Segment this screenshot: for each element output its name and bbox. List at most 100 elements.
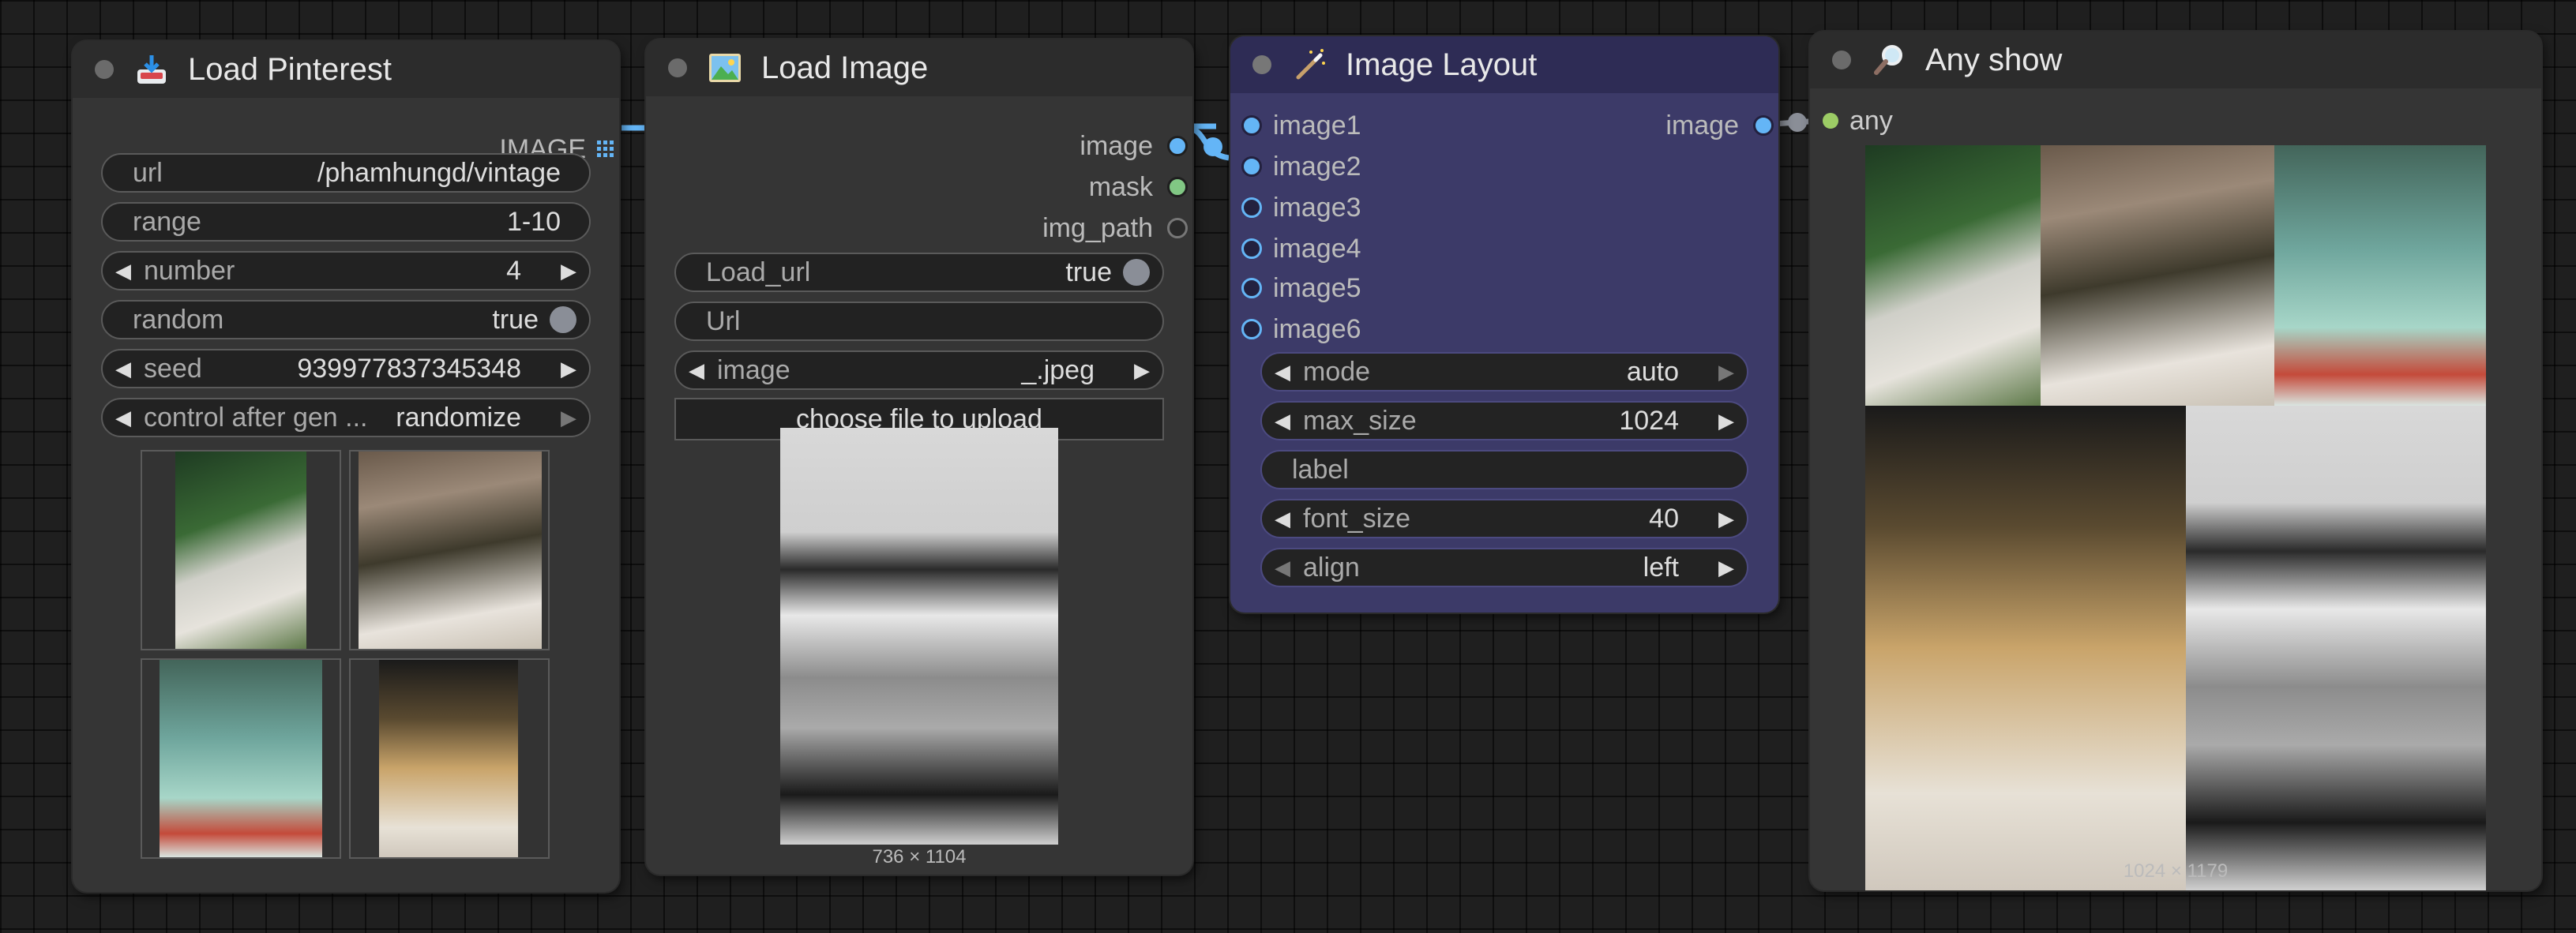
decrement-arrow-icon[interactable]: ◀ — [115, 259, 131, 283]
thumbnail-4[interactable] — [349, 658, 550, 859]
preview-size-caption: 1024 × 1179 — [2123, 860, 2229, 882]
load-url-toggle[interactable]: Load_url true — [674, 253, 1164, 292]
url-widget[interactable]: url /phamhungd/vintage — [101, 153, 591, 193]
output-label: image — [1665, 110, 1739, 141]
decrement-arrow-icon[interactable]: ◀ — [115, 406, 131, 430]
decrement-arrow-icon[interactable]: ◀ — [1275, 507, 1290, 531]
input-socket[interactable] — [1241, 238, 1262, 259]
node-title-bar[interactable]: Load Pinterest — [73, 41, 619, 98]
seed-widget[interactable]: ◀ seed 939977837345348 ▶ — [101, 349, 591, 388]
output-socket[interactable] — [1167, 136, 1188, 156]
collapse-dot[interactable] — [668, 58, 687, 77]
input-image4-row[interactable]: image4 — [1241, 229, 1361, 268]
increment-arrow-icon[interactable]: ▶ — [1718, 360, 1734, 384]
input-any-row[interactable]: any — [1823, 101, 1893, 141]
increment-arrow-icon[interactable]: ▶ — [1718, 507, 1734, 531]
output-socket[interactable] — [1167, 218, 1188, 238]
widget-label: align — [1303, 552, 1360, 583]
widget-value: _.jpeg — [1021, 354, 1095, 385]
magnifier-icon — [1874, 45, 1902, 75]
input-image6-row[interactable]: image6 — [1241, 309, 1361, 349]
node-title-bar[interactable]: Image Layout — [1230, 36, 1778, 93]
input-socket[interactable] — [1241, 115, 1262, 136]
photo-girl-garden — [359, 452, 542, 649]
input-socket[interactable] — [1241, 278, 1262, 298]
collage-photo-3 — [2274, 145, 2486, 406]
thumbnail-2[interactable] — [349, 450, 550, 650]
input-label: image3 — [1273, 192, 1361, 223]
widget-label: font_size — [1303, 503, 1411, 534]
input-label: image2 — [1273, 151, 1361, 182]
decrement-arrow-icon[interactable]: ◀ — [689, 358, 704, 383]
control-after-generate-widget[interactable]: ◀ control after gen ... randomize ▶ — [101, 398, 591, 437]
font-size-widget[interactable]: ◀ font_size 40 ▶ — [1260, 499, 1748, 538]
collapse-dot[interactable] — [95, 60, 114, 79]
input-image5-row[interactable]: image5 — [1241, 268, 1361, 308]
landscape-picture-icon — [709, 54, 741, 82]
decrement-arrow-icon[interactable]: ◀ — [1275, 409, 1290, 433]
node-title: Image Layout — [1346, 47, 1538, 82]
output-label: img_path — [1042, 212, 1153, 243]
output-socket[interactable] — [1753, 115, 1774, 136]
input-socket[interactable] — [1241, 319, 1262, 339]
widget-value: 939977837345348 — [297, 353, 521, 384]
mode-widget[interactable]: ◀ mode auto ▶ — [1260, 352, 1748, 392]
node-image-layout[interactable]: Image Layout image1 image2 image3 image4… — [1230, 36, 1778, 613]
decrement-arrow-icon[interactable]: ◀ — [115, 357, 131, 381]
max-size-widget[interactable]: ◀ max_size 1024 ▶ — [1260, 401, 1748, 440]
toggle-knob[interactable] — [550, 306, 576, 333]
output-socket[interactable] — [1167, 177, 1188, 197]
collapse-dot[interactable] — [1252, 55, 1271, 74]
node-title-bar[interactable]: Any show — [1810, 32, 2541, 88]
increment-arrow-icon[interactable]: ▶ — [1134, 358, 1150, 383]
number-widget[interactable]: ◀ number 4 ▶ — [101, 251, 591, 290]
input-socket[interactable] — [1241, 156, 1262, 177]
decrement-arrow-icon[interactable]: ◀ — [1275, 556, 1290, 580]
input-image3-row[interactable]: image3 — [1241, 188, 1361, 227]
photo-girl-strawberries — [160, 660, 322, 857]
input-socket[interactable] — [1241, 197, 1262, 218]
collage-photo-5 — [2186, 406, 2486, 890]
output-img-path-row[interactable]: img_path — [1042, 208, 1188, 248]
node-title-bar[interactable]: Load Image — [646, 39, 1192, 96]
grid-icon[interactable] — [597, 141, 614, 158]
widget-label: url — [133, 157, 163, 188]
input-label: image1 — [1273, 110, 1361, 141]
node-title: Any show — [1925, 42, 2063, 77]
increment-arrow-icon[interactable]: ▶ — [561, 357, 576, 381]
increment-arrow-icon[interactable]: ▶ — [561, 406, 576, 430]
node-title: Load Pinterest — [188, 51, 392, 87]
thumbnail-1[interactable] — [141, 450, 341, 650]
widget-value: true — [492, 304, 539, 335]
photo-girl-reading — [379, 660, 518, 857]
toggle-knob[interactable] — [1123, 259, 1150, 286]
output-image-row[interactable]: image — [1665, 106, 1774, 145]
random-toggle[interactable]: random true — [101, 300, 591, 339]
align-widget[interactable]: ◀ align left ▶ — [1260, 548, 1748, 587]
range-widget[interactable]: range 1-10 — [101, 202, 591, 242]
widget-label: seed — [144, 353, 202, 384]
node-load-image[interactable]: Load Image image mask img_path Load_url … — [646, 39, 1192, 875]
widget-label: random — [133, 304, 224, 335]
input-image1-row[interactable]: image1 — [1241, 106, 1361, 145]
label-input[interactable]: label — [1260, 450, 1748, 489]
node-load-pinterest[interactable]: Load Pinterest IMAGE url /phamhungd/vint… — [73, 41, 619, 892]
input-image2-row[interactable]: image2 — [1241, 147, 1361, 186]
url-input[interactable]: Url — [674, 302, 1164, 341]
widget-value: 4 — [506, 255, 521, 286]
output-mask-row[interactable]: mask — [1089, 167, 1188, 207]
increment-arrow-icon[interactable]: ▶ — [561, 259, 576, 283]
preview-image-schoolgirls — [780, 428, 1058, 845]
input-label: image4 — [1273, 233, 1361, 264]
increment-arrow-icon[interactable]: ▶ — [1718, 409, 1734, 433]
image-select-widget[interactable]: ◀ image _.jpeg ▶ — [674, 350, 1164, 390]
output-image-row[interactable]: image — [1080, 126, 1188, 166]
collapse-dot[interactable] — [1832, 51, 1851, 69]
output-label: image — [1080, 130, 1153, 161]
input-socket[interactable] — [1823, 113, 1838, 129]
thumbnail-3[interactable] — [141, 658, 341, 859]
increment-arrow-icon[interactable]: ▶ — [1718, 556, 1734, 580]
decrement-arrow-icon[interactable]: ◀ — [1275, 360, 1290, 384]
node-any-show[interactable]: Any show any 1024 × 1179 — [1810, 32, 2541, 890]
inbox-download-icon — [137, 55, 166, 84]
